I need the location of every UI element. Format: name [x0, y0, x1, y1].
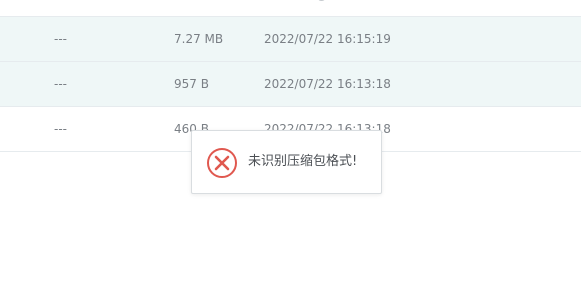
file-size-cell: 7.27 MB: [174, 32, 224, 46]
toast-message: 未识别压缩包格式!: [248, 154, 358, 169]
error-toast: 未识别压缩包格式!: [191, 130, 382, 194]
error-circle-icon: [207, 148, 237, 178]
file-modified-cell: 2022/07/22 16:15:19: [264, 32, 391, 46]
table-row-partial[interactable]: [0, 0, 581, 17]
file-name-cell: ---: [54, 122, 67, 136]
table-row[interactable]: --- 957 B 2022/07/22 16:13:18: [0, 62, 581, 107]
file-name-cell: ---: [54, 32, 67, 46]
file-name-cell: ---: [54, 77, 67, 91]
scroll-edge-indicator: [318, 0, 325, 1]
file-size-cell: 957 B: [174, 77, 209, 91]
table-row[interactable]: --- 7.27 MB 2022/07/22 16:15:19: [0, 17, 581, 62]
file-modified-cell: 2022/07/22 16:13:18: [264, 77, 391, 91]
